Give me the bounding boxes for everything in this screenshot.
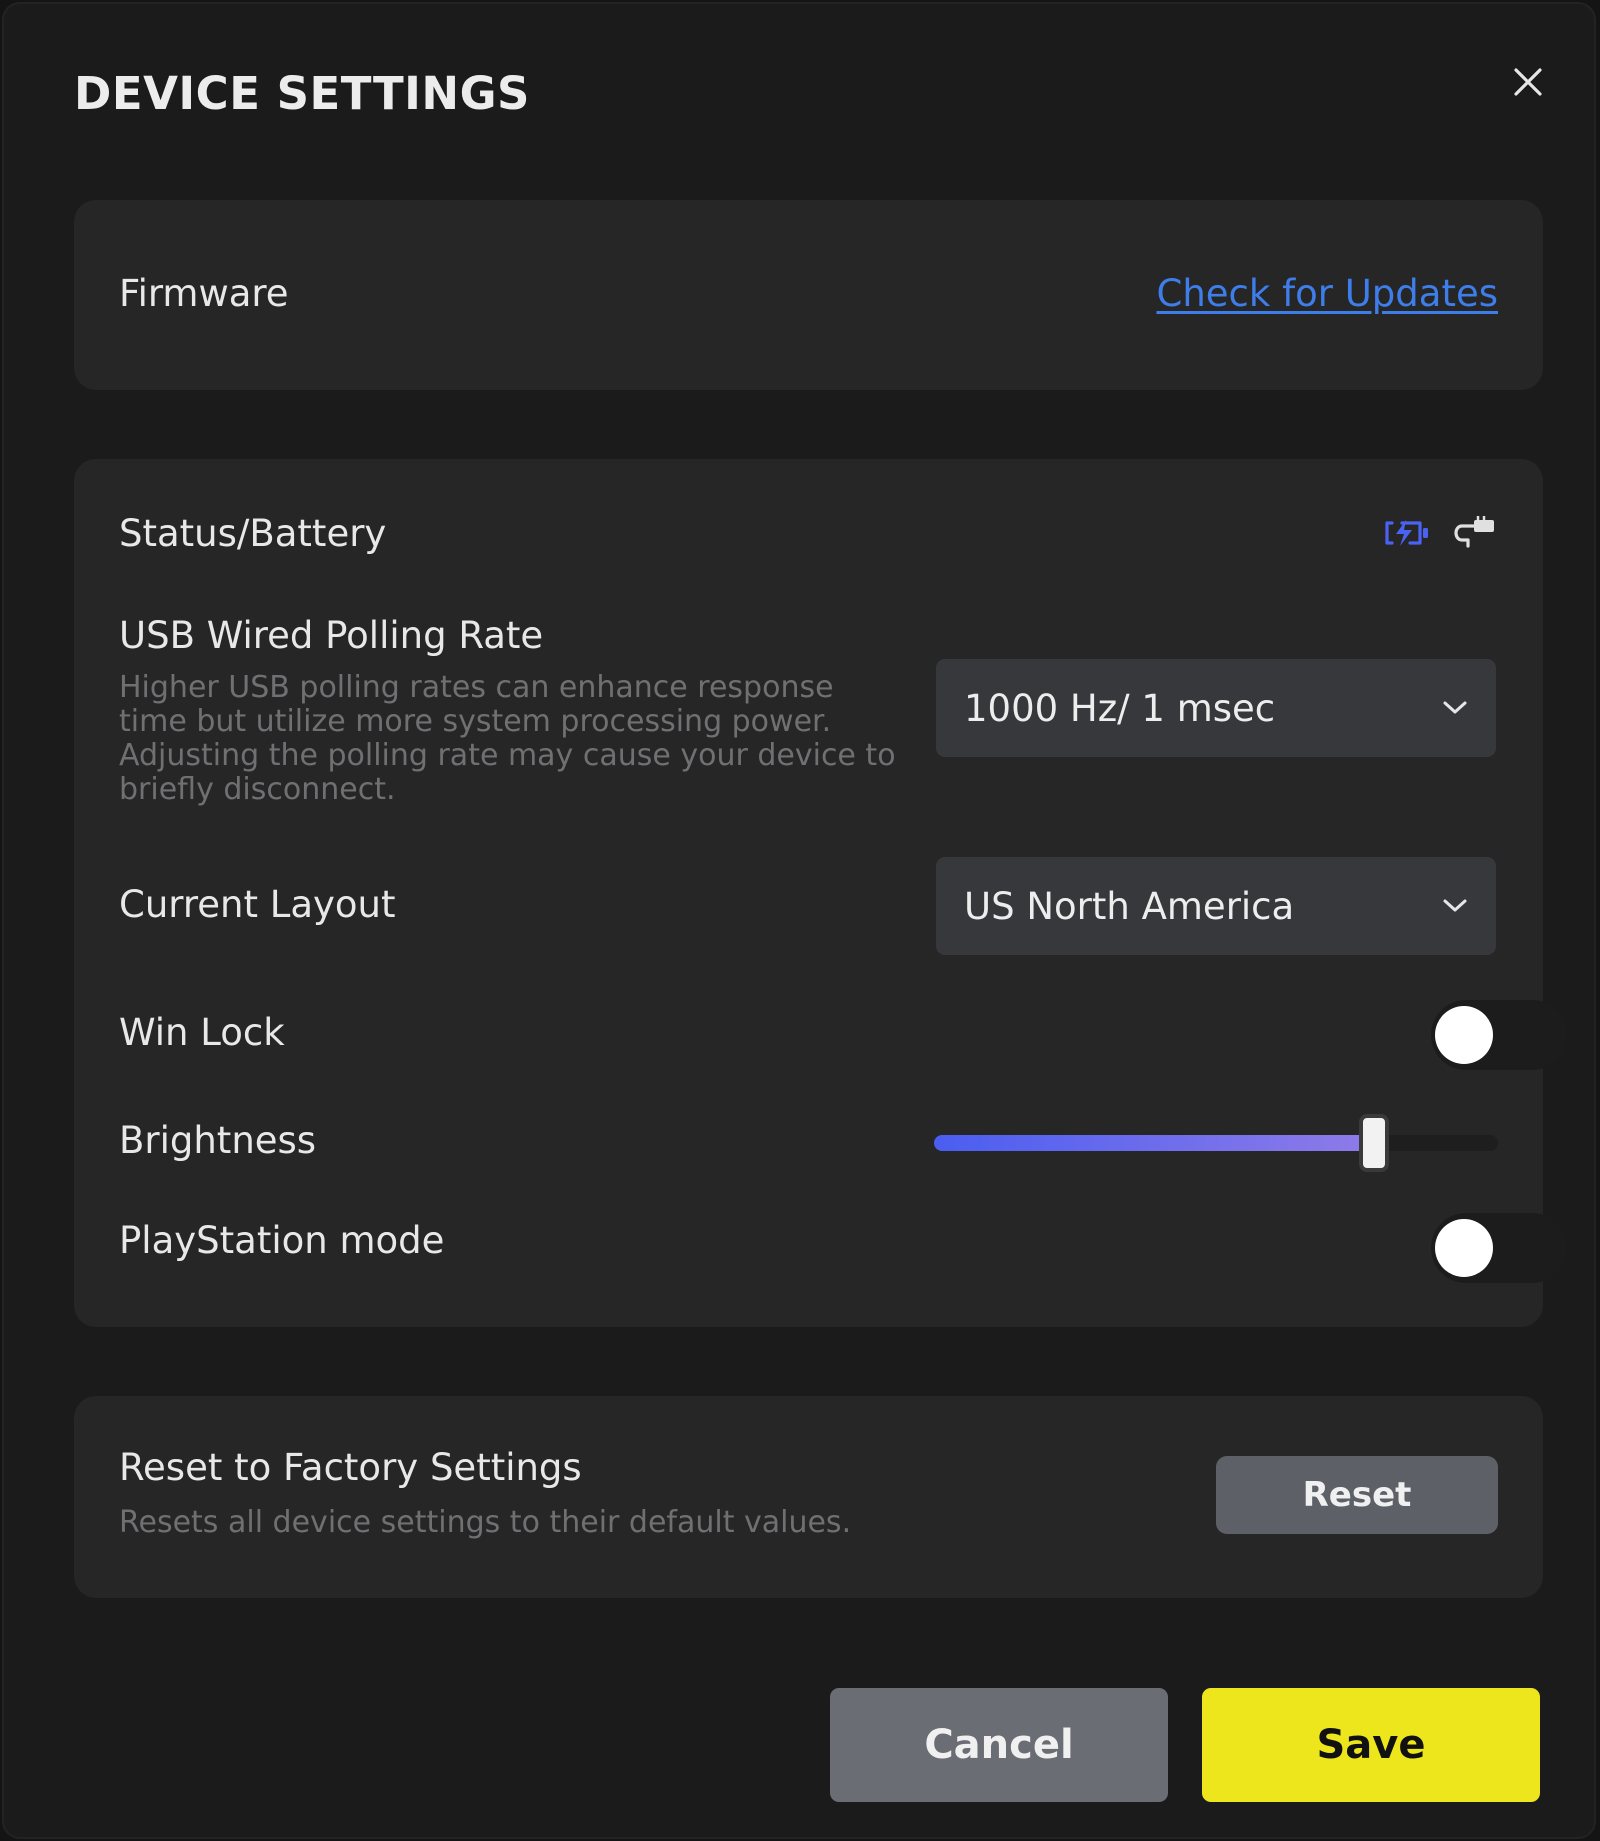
polling-rate-description: Higher USB polling rates can enhance res…: [119, 670, 896, 807]
polling-rate-label: USB Wired Polling Rate: [119, 614, 544, 657]
close-button[interactable]: [1500, 54, 1556, 110]
win-lock-toggle[interactable]: [1431, 1000, 1567, 1070]
slider-thumb[interactable]: [1358, 1114, 1389, 1172]
slider-track: [934, 1135, 1498, 1151]
layout-dropdown[interactable]: US North America: [936, 857, 1496, 955]
status-card: Status/Battery USB Wired Polling Rate Hi…: [74, 459, 1567, 1327]
reset-button[interactable]: Reset: [1216, 1456, 1498, 1534]
factory-reset-description: Resets all device settings to their defa…: [119, 1505, 852, 1540]
firmware-card: Firmware Check for Updates: [74, 200, 1543, 390]
battery-charging-icon: [1385, 520, 1428, 546]
win-lock-label: Win Lock: [119, 1011, 285, 1054]
brightness-slider[interactable]: [934, 1114, 1498, 1172]
slider-fill: [934, 1135, 1374, 1151]
factory-reset-card: Reset to Factory Settings Resets all dev…: [74, 1396, 1543, 1598]
cancel-button[interactable]: Cancel: [830, 1688, 1168, 1802]
device-settings-dialog: DEVICE SETTINGS Firmware Check for Updat…: [2, 2, 1596, 1839]
playstation-mode-toggle[interactable]: [1431, 1213, 1567, 1283]
toggle-knob: [1435, 1006, 1493, 1064]
polling-rate-value: 1000 Hz/ 1 msec: [964, 686, 1276, 730]
playstation-mode-label: PlayStation mode: [119, 1219, 445, 1262]
firmware-label: Firmware: [119, 272, 289, 315]
layout-value: US North America: [964, 884, 1295, 928]
chevron-down-icon: [1443, 899, 1467, 912]
status-battery-label: Status/Battery: [119, 512, 387, 555]
chevron-down-icon: [1443, 701, 1467, 714]
current-layout-label: Current Layout: [119, 883, 396, 926]
close-icon: [1514, 68, 1542, 96]
factory-reset-title: Reset to Factory Settings: [119, 1446, 582, 1489]
polling-rate-dropdown[interactable]: 1000 Hz/ 1 msec: [936, 659, 1496, 757]
check-for-updates-link[interactable]: Check for Updates: [1157, 270, 1499, 318]
save-button[interactable]: Save: [1202, 1688, 1540, 1802]
brightness-label: Brightness: [119, 1119, 317, 1162]
toggle-knob: [1435, 1219, 1493, 1277]
usb-cable-icon: [1454, 516, 1494, 548]
status-icons: [1384, 516, 1498, 550]
dialog-title: DEVICE SETTINGS: [74, 67, 530, 120]
